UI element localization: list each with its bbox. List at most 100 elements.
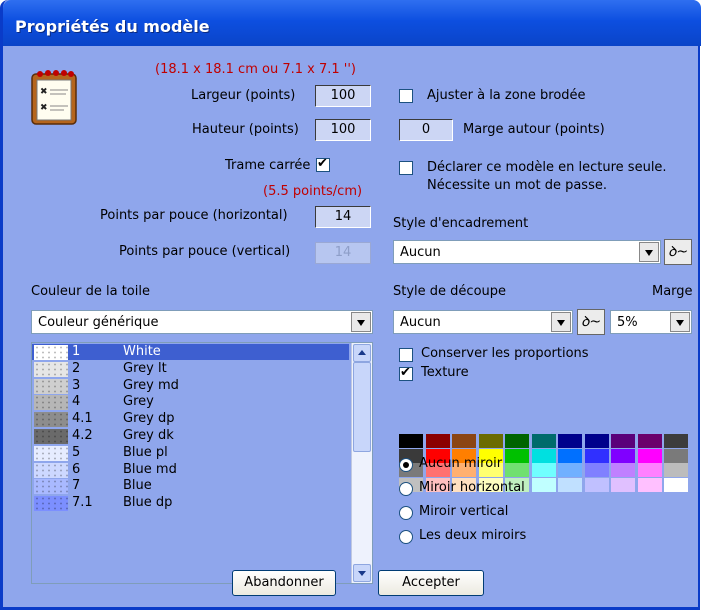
list-item[interactable]: 4 Grey	[32, 394, 349, 411]
mirror-both-label: Les deux miroirs	[419, 528, 527, 543]
palette-color-swatch[interactable]	[505, 448, 529, 463]
palette-color-swatch[interactable]	[399, 434, 423, 448]
color-name: Blue md	[123, 461, 177, 477]
palette-color-swatch[interactable]	[584, 448, 609, 463]
palette-color-swatch[interactable]	[584, 434, 609, 448]
palette-color-swatch[interactable]	[531, 448, 556, 463]
chevron-down-icon[interactable]	[670, 312, 690, 332]
cut-style-edit-button[interactable]: ꝺ~	[577, 309, 605, 335]
square-grid-checkbox[interactable]	[316, 156, 330, 172]
palette-color-swatch[interactable]	[664, 463, 688, 477]
list-item[interactable]: 7 Blue	[32, 478, 349, 495]
frame-style-edit-button[interactable]: ꝺ~	[664, 239, 692, 265]
list-item[interactable]: 1 White	[32, 344, 349, 360]
frame-style-value: Aucun	[400, 245, 441, 260]
scroll-up-button[interactable]	[353, 344, 371, 362]
palette-color-swatch[interactable]	[531, 434, 556, 448]
fit-area-checkbox[interactable]	[399, 89, 413, 103]
palette-color-swatch[interactable]	[478, 434, 503, 448]
title-bar[interactable]: Propriétés du modèle	[3, 0, 701, 46]
width-label: Largeur (points)	[191, 88, 296, 103]
density-note: (5.5 points/cm)	[263, 184, 363, 199]
palette-color-swatch[interactable]	[531, 477, 556, 492]
palette-color-swatch[interactable]	[558, 463, 582, 477]
palette-color-swatch[interactable]	[637, 477, 662, 492]
color-name: Grey md	[123, 377, 179, 393]
mirror-both-radio[interactable]	[399, 530, 413, 544]
palette-color-swatch[interactable]	[637, 434, 662, 448]
color-swatch	[34, 462, 68, 478]
cancel-button[interactable]: Abandonner	[232, 570, 336, 596]
palette-color-swatch[interactable]	[558, 477, 582, 492]
cut-style-select[interactable]: Aucun	[393, 310, 573, 334]
palette-color-swatch[interactable]	[637, 463, 662, 477]
color-name: Blue pl	[123, 444, 168, 460]
frame-style-label: Style d'encadrement	[393, 216, 529, 231]
palette-color-swatch[interactable]	[505, 434, 529, 448]
list-item[interactable]: 5 Blue pl	[32, 445, 349, 461]
palette-color-swatch[interactable]	[452, 434, 476, 448]
color-code: 4.2	[72, 428, 93, 443]
list-item[interactable]: 3 Grey md	[32, 378, 349, 394]
list-scrollbar[interactable]	[351, 343, 372, 583]
readonly-label-line2: Nécessite un mot de passe.	[427, 178, 607, 193]
margin-select[interactable]: 5%	[610, 310, 692, 334]
color-list[interactable]: 1 White 2 Grey lt 3 Grey md 4 Grey 4.1 Grey dp 4.2…	[31, 342, 373, 584]
keep-proportions-checkbox[interactable]	[399, 348, 413, 362]
color-code: 4.1	[72, 411, 93, 427]
margin-label: Marge	[652, 284, 693, 299]
color-code: 1	[72, 344, 81, 359]
scroll-thumb[interactable]	[353, 362, 371, 452]
signature-icon: ꝺ~	[667, 244, 689, 260]
color-code: 6	[72, 461, 81, 477]
list-item[interactable]: 4.1 Grey dp	[32, 411, 349, 428]
palette-color-swatch[interactable]	[664, 434, 688, 448]
color-swatch	[34, 445, 68, 461]
palette-color-swatch[interactable]	[584, 477, 609, 492]
list-item[interactable]: 2 Grey lt	[32, 361, 349, 377]
accept-button[interactable]: Accepter	[378, 570, 484, 596]
palette-color-swatch[interactable]	[531, 463, 556, 477]
square-grid-label: Trame carrée	[225, 158, 311, 173]
palette-color-swatch[interactable]	[584, 463, 609, 477]
width-input[interactable]: 100	[315, 85, 371, 107]
chevron-down-icon[interactable]	[351, 312, 371, 332]
palette-color-swatch[interactable]	[611, 448, 635, 463]
palette-color-swatch[interactable]	[558, 434, 582, 448]
chevron-down-icon[interactable]	[639, 242, 659, 262]
color-swatch	[34, 395, 68, 411]
mirror-horizontal-radio[interactable]	[399, 482, 413, 496]
color-swatch	[34, 479, 68, 495]
color-code: 2	[72, 360, 81, 376]
palette-color-swatch[interactable]	[664, 448, 688, 463]
frame-style-select[interactable]: Aucun	[393, 240, 661, 264]
palette-color-swatch[interactable]	[505, 463, 529, 477]
scroll-down-button[interactable]	[353, 564, 371, 582]
palette-color-swatch[interactable]	[664, 477, 688, 492]
list-item[interactable]: 6 Blue md	[32, 462, 349, 478]
signature-icon: ꝺ~	[580, 314, 602, 330]
margin-around-input[interactable]: 0	[399, 119, 453, 141]
mirror-none-radio[interactable]	[399, 458, 413, 472]
cut-style-label: Style de découpe	[393, 284, 507, 299]
list-item[interactable]: 7.1 Blue dp	[32, 495, 349, 512]
ppi-horizontal-input[interactable]: 14	[315, 206, 371, 228]
cloth-color-select[interactable]: Couleur générique	[31, 310, 373, 334]
palette-color-swatch[interactable]	[611, 463, 635, 477]
palette-color-swatch[interactable]	[425, 434, 450, 448]
color-name: Grey lt	[123, 360, 167, 376]
texture-checkbox[interactable]	[399, 365, 413, 381]
color-name: Grey dk	[123, 428, 174, 443]
palette-color-swatch[interactable]	[611, 434, 635, 448]
margin-value: 5%	[617, 315, 638, 330]
palette-color-swatch[interactable]	[558, 448, 582, 463]
readonly-checkbox[interactable]	[399, 161, 413, 175]
readonly-label-line1: Déclarer ce modèle en lecture seule.	[427, 160, 667, 175]
height-input[interactable]: 100	[315, 119, 371, 141]
chevron-down-icon[interactable]	[551, 312, 571, 332]
palette-color-swatch[interactable]	[611, 477, 635, 492]
color-swatch	[34, 378, 68, 394]
mirror-vertical-radio[interactable]	[399, 506, 413, 520]
palette-color-swatch[interactable]	[637, 448, 662, 463]
list-item[interactable]: 4.2 Grey dk	[32, 428, 349, 444]
